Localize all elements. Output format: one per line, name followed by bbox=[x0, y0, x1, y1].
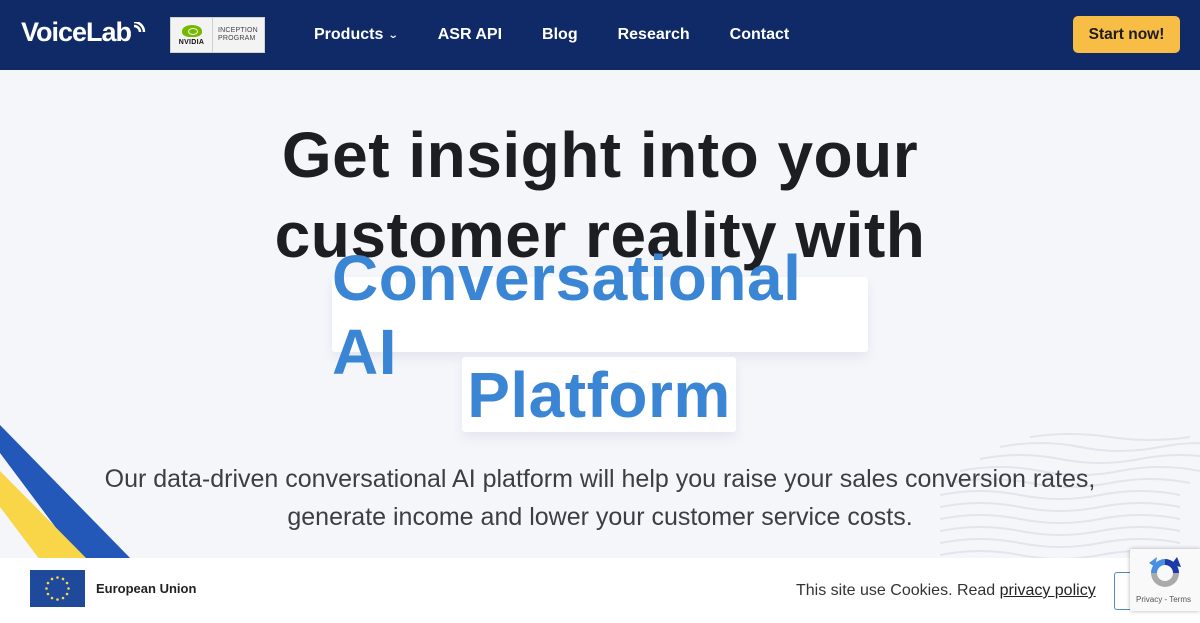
nav-contact-label: Contact bbox=[729, 26, 790, 43]
eu-star bbox=[67, 587, 70, 590]
eu-star bbox=[50, 577, 54, 581]
european-union-label: European Union bbox=[96, 581, 197, 596]
hero-subtext: Our data-driven conversational AI platfo… bbox=[0, 460, 1200, 536]
highlight-conversational-ai: Conversational AI bbox=[332, 242, 868, 388]
nav-products-label: Products bbox=[314, 26, 384, 43]
nav-products[interactable]: Products ⌄ bbox=[314, 26, 399, 44]
nvidia-wordmark: NVIDIA bbox=[178, 38, 205, 46]
eu-star bbox=[46, 581, 50, 585]
start-now-button[interactable]: Start now! bbox=[1073, 16, 1180, 53]
privacy-policy-link[interactable]: privacy policy bbox=[1000, 582, 1096, 599]
chevron-down-icon: ⌄ bbox=[388, 29, 399, 41]
program-line: PROGRAM bbox=[218, 35, 256, 42]
recaptcha-terms-link[interactable]: Terms bbox=[1169, 595, 1191, 604]
nav-blog-label: Blog bbox=[542, 26, 578, 43]
nvidia-eye-icon bbox=[181, 24, 202, 37]
nav-asr-api-label: ASR API bbox=[437, 26, 503, 43]
eu-star bbox=[56, 598, 59, 601]
cookie-notice: This site use Cookies. Read privacy poli… bbox=[796, 582, 1096, 600]
voicelab-logo[interactable]: VoiceLab bbox=[21, 17, 146, 48]
nvidia-logo: NVIDIA bbox=[171, 18, 213, 52]
nav-contact[interactable]: Contact bbox=[730, 26, 790, 44]
nvidia-inception-badge[interactable]: NVIDIA INCEPTION PROGRAM bbox=[170, 17, 265, 53]
subtext-line-2: generate income and lower your customer … bbox=[287, 503, 913, 531]
recaptcha-badge[interactable]: Privacy - Terms bbox=[1130, 549, 1200, 611]
inception-program-text: INCEPTION PROGRAM bbox=[213, 27, 264, 43]
nav-research-label: Research bbox=[617, 26, 690, 43]
cookie-bar: European Union This site use Cookies. Re… bbox=[0, 558, 1200, 623]
headline-line-1: Get insight into your bbox=[281, 119, 919, 191]
hero-section: Get insight into your customer reality w… bbox=[0, 70, 1200, 560]
eu-star bbox=[65, 592, 69, 596]
nav-blog[interactable]: Blog bbox=[542, 26, 578, 44]
recaptcha-links: Privacy - Terms bbox=[1136, 595, 1191, 604]
recaptcha-icon bbox=[1149, 557, 1181, 587]
nav-research[interactable]: Research bbox=[618, 26, 690, 44]
main-nav: Products ⌄ ASR API Blog Research Contact bbox=[314, 0, 829, 70]
recaptcha-privacy-link[interactable]: Privacy bbox=[1136, 595, 1162, 604]
eu-star bbox=[50, 596, 54, 600]
eu-star bbox=[61, 577, 65, 581]
cookie-notice-text: This site use Cookies. Read bbox=[796, 582, 1000, 599]
eu-star bbox=[61, 596, 65, 600]
subtext-line-1: Our data-driven conversational AI platfo… bbox=[104, 465, 1096, 493]
sound-waves-icon bbox=[133, 21, 146, 32]
nav-asr-api[interactable]: ASR API bbox=[438, 26, 502, 44]
highlight-platform: Platform bbox=[462, 357, 736, 432]
eu-star bbox=[65, 581, 69, 585]
eu-star bbox=[46, 592, 50, 596]
eu-star bbox=[56, 576, 59, 579]
logo-text: VoiceLab bbox=[21, 17, 132, 47]
recaptcha-separator: - bbox=[1164, 595, 1168, 604]
inception-line: INCEPTION bbox=[218, 27, 258, 34]
eu-flag-icon bbox=[30, 570, 85, 607]
site-header: VoiceLab NVIDIA INCEPTION PROGRAM Produc… bbox=[0, 0, 1200, 70]
eu-star bbox=[45, 587, 48, 590]
